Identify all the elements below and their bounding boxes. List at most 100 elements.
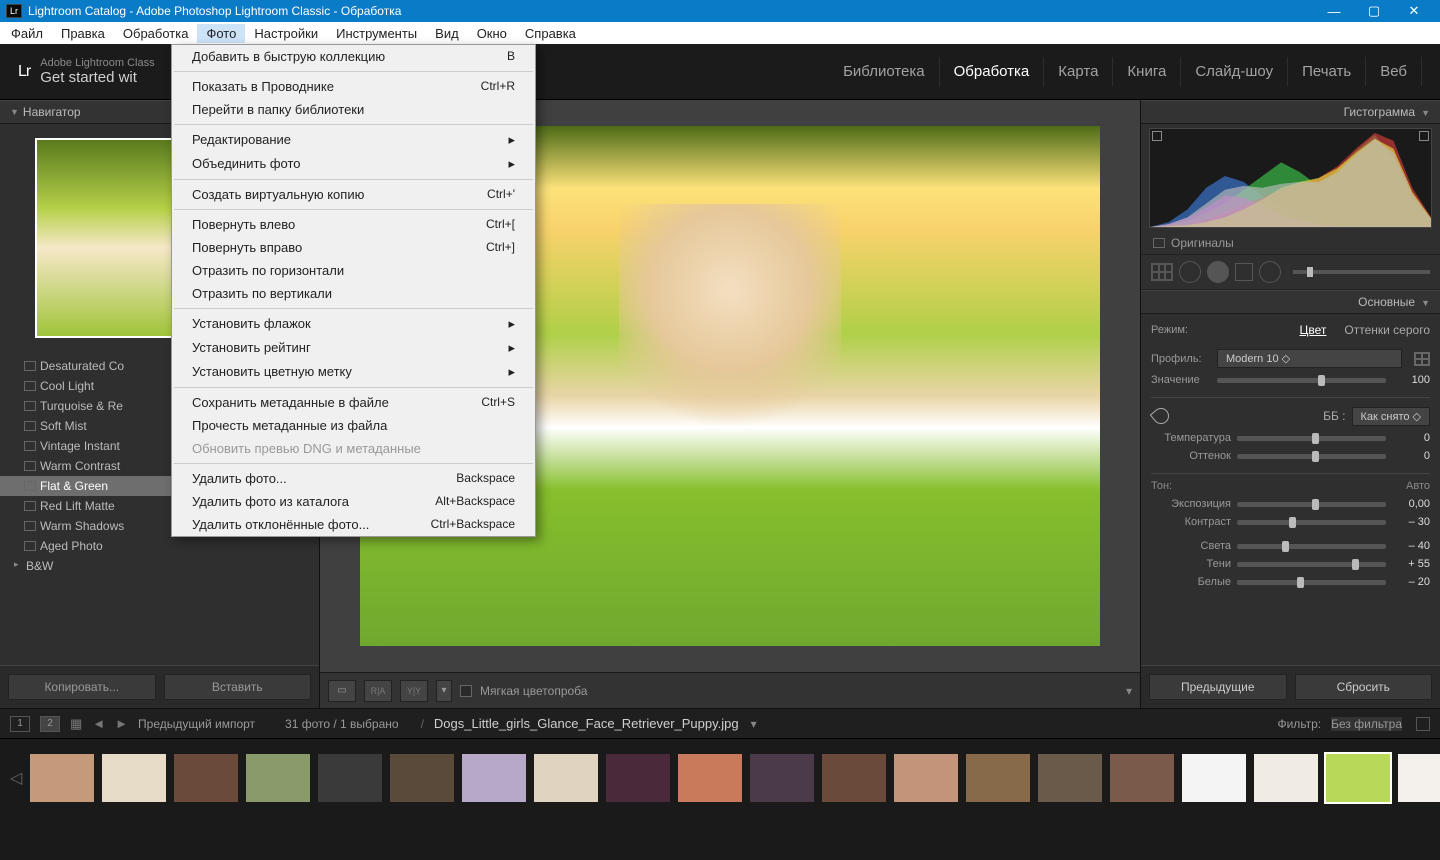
basic-header[interactable]: Основные▼ [1141,290,1440,314]
auto-tone-button[interactable]: Авто [1406,480,1430,492]
exposure-slider[interactable] [1237,502,1386,507]
menu-item[interactable]: Удалить фото из каталогаAlt+Backspace [172,490,535,513]
module-3[interactable]: Книга [1113,57,1181,86]
menu-правка[interactable]: Правка [52,24,114,43]
originals-row[interactable]: Оригиналы [1141,232,1440,255]
exposure-value[interactable]: 0,00 [1392,498,1430,510]
loupe-view-button[interactable]: ▭ [328,680,356,702]
circle3-icon[interactable] [1259,261,1281,283]
menu-item[interactable]: Редактирование▸ [172,128,535,152]
reset-button[interactable]: Сбросить [1295,674,1433,700]
filmstrip-thumb[interactable] [28,752,96,804]
menu-item[interactable]: Отразить по вертикали [172,282,535,305]
square-icon[interactable] [1235,263,1253,281]
filmstrip-thumb[interactable] [1324,752,1392,804]
menu-фото[interactable]: Фото [197,24,245,43]
filmstrip-left-icon[interactable]: ◁ [8,768,24,788]
menu-вид[interactable]: Вид [426,24,468,43]
histogram-header[interactable]: Гистограмма▼ [1141,100,1440,124]
amount-slider[interactable] [1217,378,1386,383]
highlights-slider[interactable] [1237,544,1386,549]
menu-item[interactable]: Удалить отклонённые фото...Ctrl+Backspac… [172,513,535,536]
previous-button[interactable]: Предыдущие [1149,674,1287,700]
before-after-button[interactable]: R|A [364,680,392,702]
menu-item[interactable]: Объединить фото▸ [172,152,535,176]
menu-item[interactable]: Создать виртуальную копиюCtrl+' [172,183,535,206]
temp-slider[interactable] [1237,436,1386,441]
before-after-split-button[interactable]: Y|Y [400,680,428,702]
amount-value[interactable]: 100 [1392,374,1430,386]
menu-item[interactable]: Установить цветную метку▸ [172,360,535,384]
menu-item[interactable]: Перейти в папку библиотеки [172,98,535,121]
temp-value[interactable]: 0 [1392,432,1430,444]
menu-item[interactable]: Повернуть вправоCtrl+] [172,236,535,259]
menu-item[interactable]: Установить рейтинг▸ [172,336,535,360]
shadows-value[interactable]: + 55 [1392,558,1430,570]
toolbar-menu-button[interactable]: ▾ [436,680,452,702]
maximize-button[interactable]: ▢ [1354,3,1394,19]
menu-инструменты[interactable]: Инструменты [327,24,426,43]
filmstrip-thumb[interactable] [244,752,312,804]
menu-item[interactable]: Прочесть метаданные из файла [172,414,535,437]
filmstrip-thumb[interactable] [1396,752,1440,804]
whites-value[interactable]: – 20 [1392,576,1430,588]
filmstrip-thumb[interactable] [820,752,888,804]
circle2-icon[interactable] [1207,261,1229,283]
copy-button[interactable]: Копировать... [8,674,156,700]
filter-lock-icon[interactable] [1416,717,1430,731]
grid-view-icon[interactable]: ▦ [70,716,82,732]
softproof-checkbox[interactable] [460,685,472,697]
filmstrip-thumb[interactable] [964,752,1032,804]
shadow-clip-icon[interactable] [1152,131,1162,141]
filmstrip-thumb[interactable] [1252,752,1320,804]
module-4[interactable]: Слайд-шоу [1181,57,1288,86]
whites-slider[interactable] [1237,580,1386,585]
screen2-button[interactable]: 2 [40,716,60,732]
preset-item[interactable]: Aged Photo [0,536,319,556]
filmstrip-thumb[interactable] [460,752,528,804]
preset-group[interactable]: B&W [0,556,319,576]
profile-browser-icon[interactable] [1414,352,1430,366]
menu-item[interactable]: Удалить фото...Backspace [172,467,535,490]
filmstrip-thumb[interactable] [892,752,960,804]
menu-item[interactable]: Показать в ПроводникеCtrl+R [172,75,535,98]
grid-icon[interactable] [1151,263,1173,281]
module-0[interactable]: Библиотека [829,57,940,86]
nav-back-icon[interactable]: ◄ [92,716,105,731]
minimize-button[interactable]: — [1314,4,1354,19]
menu-item[interactable]: Сохранить метаданные в файлеCtrl+S [172,391,535,414]
filmstrip-thumb[interactable] [388,752,456,804]
menu-item[interactable]: Отразить по горизонтали [172,259,535,282]
histogram[interactable] [1149,128,1432,228]
filmstrip-thumb[interactable] [1180,752,1248,804]
highlight-clip-icon[interactable] [1419,131,1429,141]
highlights-value[interactable]: – 40 [1392,540,1430,552]
menu-обработка[interactable]: Обработка [114,24,198,43]
menu-файл[interactable]: Файл [2,24,52,43]
eyedropper-icon[interactable] [1151,406,1171,426]
screen1-button[interactable]: 1 [10,716,30,732]
paste-button[interactable]: Вставить [164,674,312,700]
filmstrip-thumb[interactable] [100,752,168,804]
circle1-icon[interactable] [1179,261,1201,283]
treatment-color[interactable]: Цвет [1300,323,1327,337]
filmstrip-thumb[interactable] [1036,752,1104,804]
menu-настройки[interactable]: Настройки [245,24,327,43]
filmstrip-thumb[interactable] [748,752,816,804]
tint-value[interactable]: 0 [1392,450,1430,462]
module-1[interactable]: Обработка [940,57,1045,86]
nav-fwd-icon[interactable]: ► [115,716,128,731]
filmstrip-thumb[interactable] [676,752,744,804]
contrast-slider[interactable] [1237,520,1386,525]
menu-справка[interactable]: Справка [516,24,585,43]
profile-selector[interactable]: Modern 10 ◇ [1217,349,1402,368]
close-button[interactable]: ✕ [1394,3,1434,19]
tint-slider[interactable] [1237,454,1386,459]
filter-selector[interactable]: Без фильтра [1331,717,1402,731]
zoom-slider[interactable] [1293,270,1430,274]
toolbar-dropdown-icon[interactable]: ▾ [1126,684,1132,698]
filename-menu-icon[interactable]: ▾ [751,717,757,731]
menu-item[interactable]: Добавить в быструю коллекциюB [172,45,535,68]
menu-item[interactable]: Повернуть влевоCtrl+[ [172,213,535,236]
filmstrip-thumb[interactable] [532,752,600,804]
